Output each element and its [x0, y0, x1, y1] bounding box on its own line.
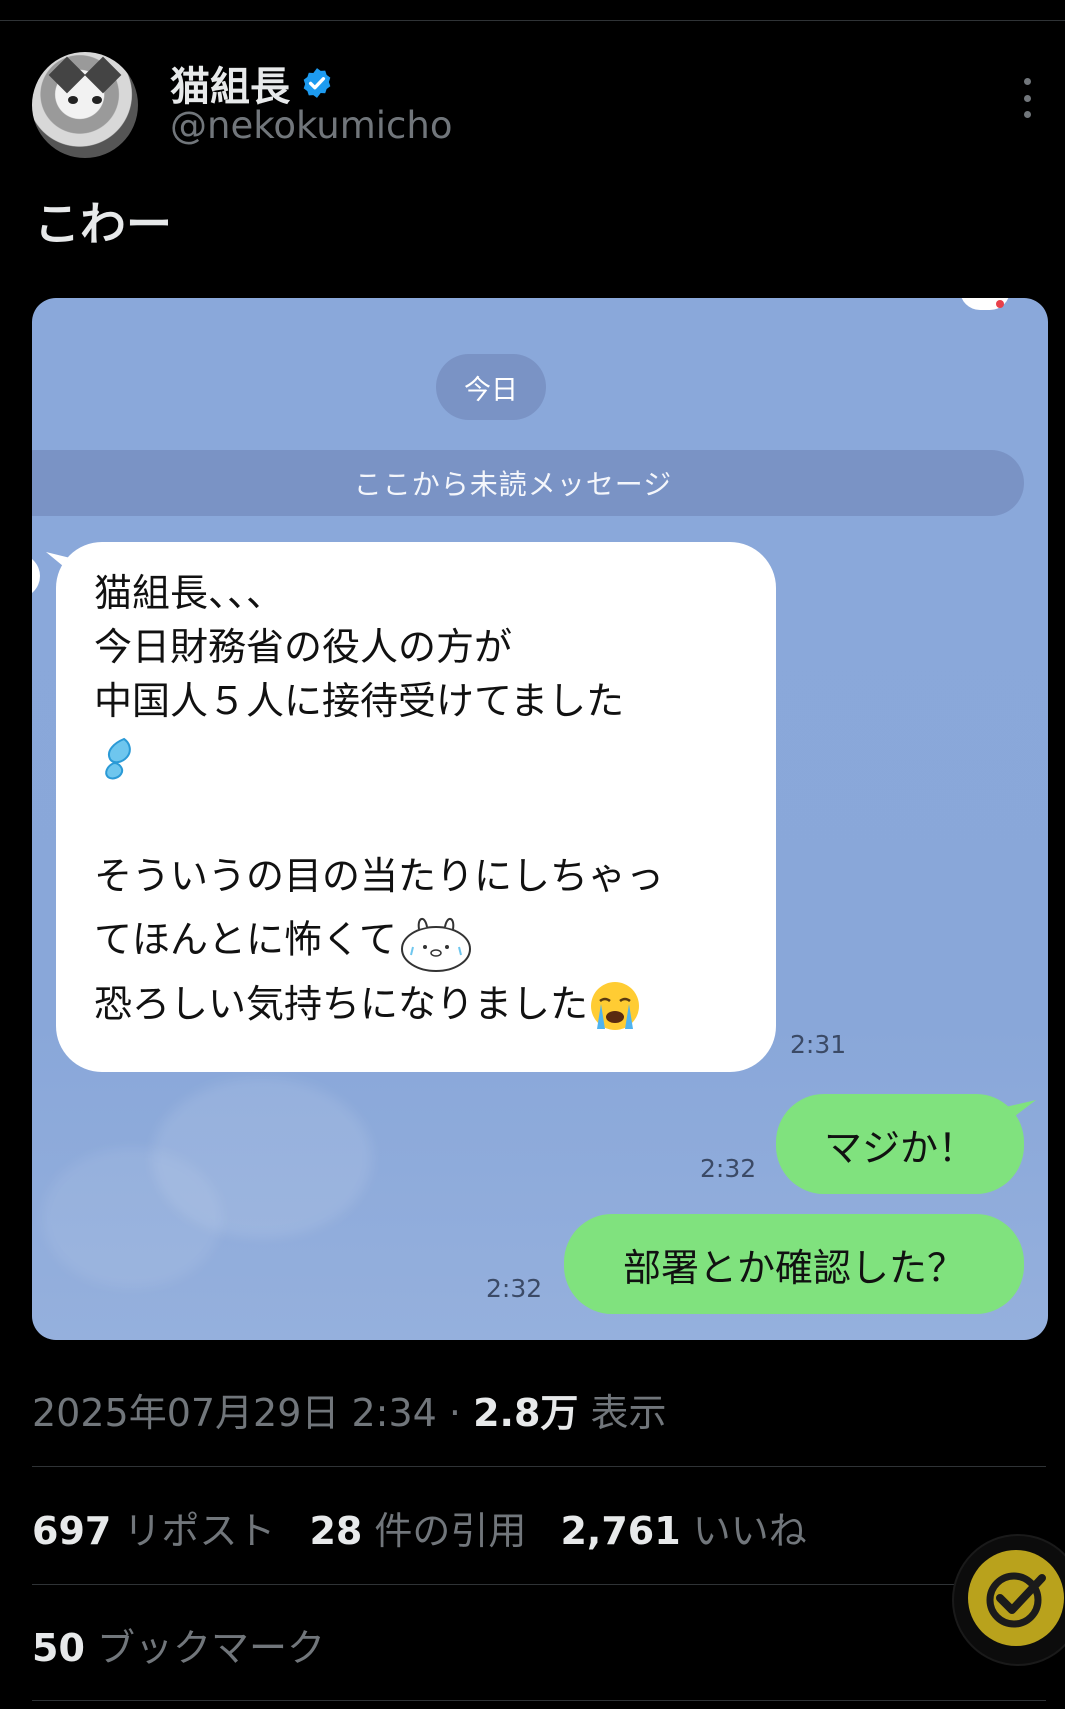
sweat-drops-icon	[105, 737, 131, 779]
sender-avatar-fragment	[32, 554, 40, 598]
top-divider	[0, 20, 1065, 21]
tweet-header: 猫組長 @nekokumicho	[32, 52, 1032, 162]
sweat-line	[94, 728, 738, 783]
message-line: そういうの目の当たりにしちゃっ	[94, 853, 665, 898]
meta-separator: ·	[448, 1391, 474, 1435]
message-text: てほんとに怖くて	[94, 917, 397, 961]
message-line-with-emoji: 恐ろしい気持ちになりました	[94, 977, 738, 1034]
bookmarks-stat[interactable]: 50 ブックマーク	[32, 1617, 325, 1672]
timestamp[interactable]: 2025年07月29日 2:34	[32, 1391, 437, 1435]
loudly-crying-face-icon	[591, 982, 640, 1030]
views-label: 表示	[590, 1391, 667, 1435]
more-options-icon[interactable]	[1022, 78, 1032, 118]
unread-separator: ここから未読メッセージ	[32, 450, 1024, 516]
reposts-count: 697	[32, 1509, 112, 1553]
message-text: 恐ろしい気持ちになりました	[94, 981, 589, 1026]
quotes-stat[interactable]: 28 件の引用	[309, 1500, 526, 1555]
outgoing-message-bubble: マジか！	[776, 1094, 1024, 1194]
handle[interactable]: @nekokumicho	[170, 104, 452, 147]
divider	[32, 1700, 1046, 1701]
date-separator: 今日	[436, 354, 546, 420]
outgoing-message-bubble: 部署とか確認した？	[564, 1214, 1024, 1314]
check-fab-icon	[986, 1572, 1046, 1628]
incoming-message-bubble: 猫組長、、、 今日財務省の役人の方が 中国人５人に接待受けてました そういうの目…	[56, 542, 776, 1072]
message-line: 中国人５人に接待受けてました	[94, 679, 625, 723]
message-time: 2:32	[486, 1274, 543, 1303]
message-time: 2:31	[790, 1030, 847, 1059]
tweet-media-chat-screenshot[interactable]: 今日 ここから未読メッセージ 猫組長、、、 今日財務省の役人の方が 中国人５人に…	[32, 298, 1048, 1340]
likes-stat[interactable]: 2,761 いいね	[560, 1500, 806, 1555]
likes-count: 2,761	[560, 1509, 681, 1553]
message-time: 2:32	[700, 1154, 757, 1183]
views-count: 2.8万	[473, 1391, 579, 1435]
divider	[32, 1466, 1046, 1467]
engagement-stats: 697 リポスト 28 件の引用 2,761 いいね	[32, 1500, 807, 1555]
sticker-fragment	[960, 298, 1010, 310]
likes-label: いいね	[692, 1509, 807, 1553]
tweet-meta: 2025年07月29日 2:34 · 2.8万 表示	[32, 1382, 667, 1437]
bookmarks-label: ブックマーク	[96, 1626, 325, 1670]
reposts-stat[interactable]: 697 リポスト	[32, 1500, 275, 1555]
verified-badge-icon	[303, 68, 331, 98]
quotes-label: 件の引用	[374, 1509, 527, 1553]
tweet-text: こわー	[34, 197, 172, 251]
divider	[32, 1584, 1046, 1585]
message-line-with-sticker: てほんとに怖くて	[94, 911, 738, 973]
quotes-count: 28	[309, 1509, 363, 1553]
bookmarks-count: 50	[32, 1626, 85, 1670]
message-line: 今日財務省の役人の方が	[94, 625, 513, 669]
crying-bunny-icon	[400, 917, 471, 972]
check-fab-button[interactable]	[954, 1536, 1065, 1664]
avatar[interactable]	[32, 52, 138, 158]
message-line: 猫組長、、、	[94, 571, 285, 615]
reposts-label: リポスト	[123, 1509, 276, 1553]
